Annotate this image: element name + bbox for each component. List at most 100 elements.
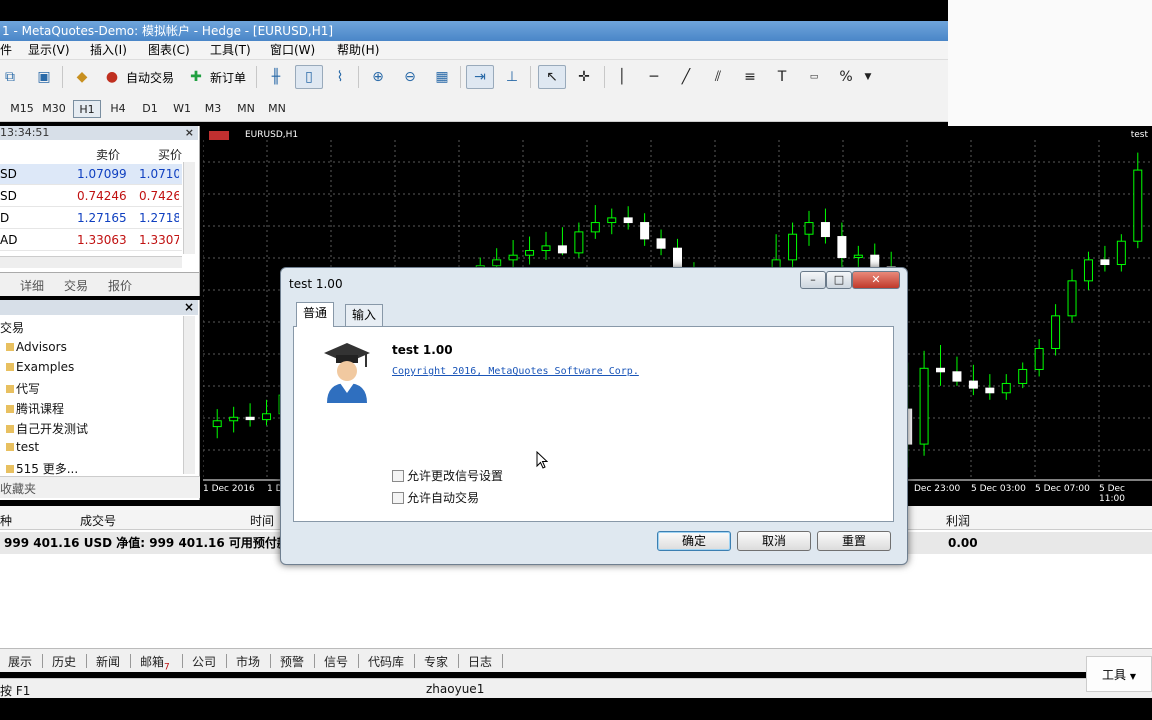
auto-trading-icon[interactable]: ●	[102, 67, 122, 87]
tab-trading[interactable]: 交易	[64, 277, 88, 294]
timeframe-mn[interactable]: MN	[231, 100, 261, 118]
menu-item-help[interactable]: 帮助(H)	[337, 41, 379, 60]
tab-signals[interactable]: 信号	[324, 653, 348, 670]
menu-item-window[interactable]: 窗口(W)	[270, 41, 315, 60]
vertical-line-icon[interactable]: │	[612, 67, 632, 87]
market-watch-row[interactable]: AD 1.33063 1.3307	[0, 230, 182, 251]
equidistant-channel-icon[interactable]: ⫽	[708, 67, 728, 87]
profiles-icon[interactable]: ▣	[34, 67, 54, 87]
label-tool-icon[interactable]: ▭	[804, 67, 824, 87]
tab-inputs[interactable]: 输入	[345, 304, 384, 326]
candlestick-icon[interactable]: ▯	[299, 67, 319, 87]
new-order-button[interactable]: 新订单	[210, 69, 246, 86]
close-icon[interactable]: ×	[184, 300, 194, 314]
folder-icon	[6, 425, 14, 433]
chevron-down-icon[interactable]: ▼	[858, 67, 878, 87]
cancel-button[interactable]: 取消	[737, 531, 811, 551]
tab-experts[interactable]: 专家	[424, 653, 448, 670]
new-chart-icon[interactable]: ⧉	[0, 67, 20, 87]
tab-market[interactable]: 市场	[236, 653, 260, 670]
symbol: AD	[0, 233, 18, 247]
zoom-in-icon[interactable]: ⊕	[368, 67, 388, 87]
fibonacci-icon[interactable]: ≡	[740, 67, 760, 87]
menu-item-file-partial[interactable]: 件	[0, 41, 12, 60]
market-watch-row[interactable]: D 1.27165 1.2718	[0, 208, 182, 229]
metaeditor-icon[interactable]: ◆	[72, 67, 92, 87]
tab-code-base[interactable]: 代码库	[368, 653, 404, 670]
col-profit[interactable]: 利润	[946, 512, 970, 529]
nav-item-algo-trading[interactable]: 交易	[0, 319, 24, 336]
menu-item-chart[interactable]: 图表(C)	[148, 41, 190, 60]
new-order-icon[interactable]: ✚	[186, 67, 206, 87]
allow-signal-settings-checkbox[interactable]: 允许更改信号设置	[392, 467, 503, 484]
nav-item-self-dev-test[interactable]: 自己开发测试	[6, 420, 88, 437]
horizontal-line-icon[interactable]: ─	[644, 67, 664, 87]
line-chart-icon[interactable]: ⌇	[330, 67, 350, 87]
ok-button[interactable]: 确定	[657, 531, 731, 551]
menu-item-view[interactable]: 显示(V)	[28, 41, 70, 60]
timeframe-w1[interactable]: W1	[168, 100, 196, 118]
maximize-button[interactable]: □	[826, 271, 852, 289]
shapes-icon[interactable]: %	[836, 67, 856, 87]
tab-news[interactable]: 新闻	[96, 653, 120, 670]
timeframe-m15[interactable]: M15	[8, 100, 36, 118]
tile-windows-icon[interactable]: ▦	[432, 67, 452, 87]
graduation-cap-icon	[324, 343, 370, 403]
close-icon[interactable]: ×	[185, 126, 194, 140]
market-watch-hscrollbar[interactable]	[0, 256, 182, 268]
nav-item-tencent-course[interactable]: 腾讯课程	[6, 400, 64, 417]
tools-button[interactable]: 工具 ▼	[1086, 656, 1152, 692]
market-watch-row[interactable]: SD 0.74246 0.7426	[0, 186, 182, 207]
tab-quotes[interactable]: 报价	[108, 277, 132, 294]
text-tool-icon[interactable]: T	[772, 67, 792, 87]
reset-button[interactable]: 重置	[817, 531, 891, 551]
checkbox-box[interactable]	[392, 470, 404, 482]
toolbar-separator	[530, 66, 531, 88]
bid-column-header[interactable]: 卖价	[96, 146, 120, 163]
tab-common[interactable]: 普通	[296, 302, 335, 327]
tab-company[interactable]: 公司	[192, 653, 216, 670]
tab-favorites[interactable]: 收藏夹	[0, 480, 36, 497]
tab-history[interactable]: 历史	[52, 653, 76, 670]
bar-chart-icon[interactable]: ╫	[266, 67, 286, 87]
ask-price: 1.3307	[139, 233, 179, 247]
col-deal[interactable]: 成交号	[80, 512, 116, 529]
nav-item-advisors[interactable]: Advisors	[6, 340, 67, 354]
tab-details[interactable]: 详细	[20, 277, 44, 294]
toolbar-separator	[604, 66, 605, 88]
nav-item-daixie[interactable]: 代写	[6, 380, 40, 397]
market-watch-scrollbar[interactable]	[183, 162, 195, 254]
autoscroll-icon[interactable]: ⇥	[470, 67, 490, 87]
menu-item-tools[interactable]: 工具(T)	[210, 41, 251, 60]
tab-journal[interactable]: 日志	[468, 653, 492, 670]
trend-line-icon[interactable]: ╱	[676, 67, 696, 87]
nav-item-test[interactable]: test	[6, 440, 39, 454]
col-symbol[interactable]: 种	[0, 512, 12, 529]
chart-shift-icon[interactable]: ⊥	[502, 67, 522, 87]
allow-auto-trading-checkbox[interactable]: 允许自动交易	[392, 489, 479, 506]
close-button[interactable]: ✕	[852, 271, 900, 289]
timeframe-m30[interactable]: M30	[40, 100, 68, 118]
crosshair-icon[interactable]: ✛	[574, 67, 594, 87]
nav-item-examples[interactable]: Examples	[6, 360, 74, 374]
tab-exposure[interactable]: 展示	[8, 653, 32, 670]
tab-alerts[interactable]: 预警	[280, 653, 304, 670]
timeframe-h1[interactable]: H1	[73, 100, 101, 118]
ask-column-header[interactable]: 买价	[158, 146, 182, 163]
auto-trading-button[interactable]: 自动交易	[126, 69, 174, 86]
market-watch-row[interactable]: SD 1.07099 1.0710	[0, 164, 182, 185]
minimize-button[interactable]: –	[800, 271, 826, 289]
cursor-icon[interactable]: ↖	[542, 67, 562, 87]
tab-mailbox[interactable]: 邮箱7	[140, 653, 170, 672]
timeframe-m3[interactable]: M3	[199, 100, 227, 118]
checkbox-box[interactable]	[392, 492, 404, 504]
timeframe-mn-label[interactable]: MN	[262, 100, 292, 118]
col-time[interactable]: 时间	[250, 512, 274, 529]
timeframe-d1[interactable]: D1	[136, 100, 164, 118]
timeframe-h4[interactable]: H4	[104, 100, 132, 118]
navigator-scrollbar[interactable]	[183, 316, 195, 474]
zoom-out-icon[interactable]: ⊖	[400, 67, 420, 87]
nav-item-more[interactable]: 515 更多...	[6, 460, 78, 477]
copyright-link[interactable]: Copyright 2016, MetaQuotes Software Corp…	[392, 366, 639, 377]
menu-item-insert[interactable]: 插入(I)	[90, 41, 127, 60]
